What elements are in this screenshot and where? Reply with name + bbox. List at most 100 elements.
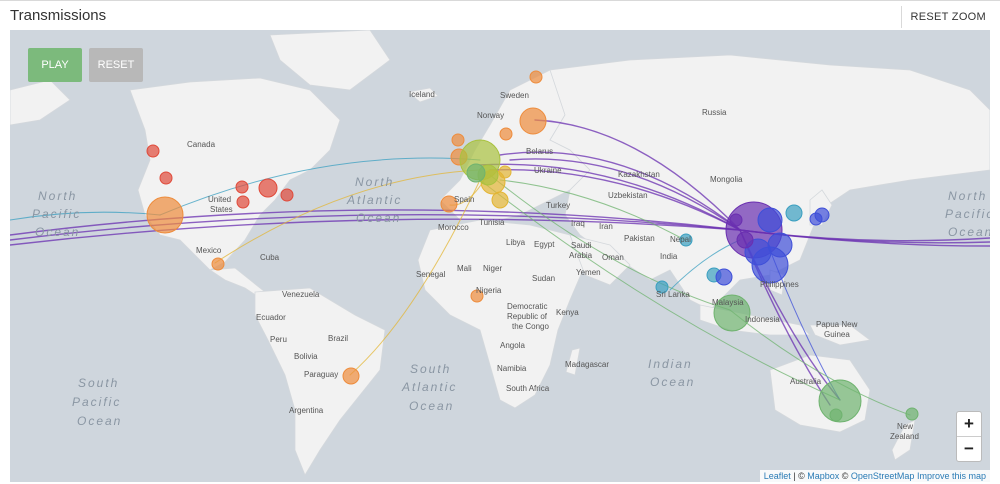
label-morocco: Morocco [438, 223, 469, 232]
label-nigeria: Nigeria [476, 286, 502, 295]
location-bubble[interactable] [736, 231, 754, 249]
label-states: States [210, 205, 233, 214]
label-argentina: Argentina [289, 406, 324, 415]
label-sri-lanka: Sri Lanka [656, 290, 690, 299]
label-egypt: Egypt [534, 240, 555, 249]
label-zealand: Zealand [890, 432, 919, 441]
label-mexico: Mexico [196, 246, 222, 255]
label-iran: Iran [599, 222, 613, 231]
label-the-congo: the Congo [512, 322, 549, 331]
label-kazakhstan: Kazakhstan [618, 170, 660, 179]
location-bubble[interactable] [829, 408, 843, 422]
location-bubble[interactable] [785, 204, 803, 222]
location-bubble[interactable] [159, 171, 173, 185]
label-mongolia: Mongolia [710, 175, 743, 184]
attribution-sep-2: © [839, 471, 851, 481]
transmission-map[interactable]: Canada United States Mexico Cuba Venezue… [10, 30, 990, 482]
label-madagascar: Madagascar [565, 360, 609, 369]
label-libya: Libya [506, 238, 526, 247]
label-sweden: Sweden [500, 91, 529, 100]
label-ecuador: Ecuador [256, 313, 286, 322]
location-bubble[interactable] [499, 127, 513, 141]
label-australia: Australia [790, 377, 822, 386]
label-indian-2: Ocean [650, 375, 695, 389]
play-button[interactable]: PLAY [28, 48, 82, 82]
label-north-pacific-1: North [38, 189, 77, 203]
location-bubble[interactable] [905, 407, 919, 421]
map-attribution: Leaflet | © Mapbox © OpenStreetMap Impro… [759, 470, 990, 482]
label-niger: Niger [483, 264, 502, 273]
label-south-pacific-2: Pacific [72, 395, 121, 409]
label-north-atlantic-1: North [355, 175, 394, 189]
label-south-atlantic-2: Atlantic [401, 380, 457, 394]
landmass-west-edge [10, 79, 71, 126]
label-senegal: Senegal [416, 270, 446, 279]
label-namibia: Namibia [497, 364, 527, 373]
label-turkey: Turkey [546, 201, 570, 210]
label-arabia: Arabia [569, 251, 593, 260]
label-oman: Oman [602, 253, 624, 262]
label-mali: Mali [457, 264, 472, 273]
location-bubble[interactable] [146, 196, 184, 234]
label-south-atlantic-1: South [410, 362, 451, 376]
label-kenya: Kenya [556, 308, 579, 317]
label-ukraine: Ukraine [534, 166, 562, 175]
label-cuba: Cuba [260, 253, 280, 262]
location-bubble[interactable] [466, 163, 486, 183]
label-norway: Norway [477, 111, 504, 120]
leaflet-link[interactable]: Leaflet [764, 471, 791, 481]
attribution-sep-1: | © [790, 471, 808, 481]
label-peru: Peru [270, 335, 287, 344]
label-south-africa: South Africa [506, 384, 550, 393]
location-bubble[interactable] [211, 257, 225, 271]
location-bubble[interactable] [235, 180, 249, 194]
mapbox-link[interactable]: Mapbox [807, 471, 839, 481]
panel-title: Transmissions [10, 7, 107, 24]
location-bubble[interactable] [236, 195, 250, 209]
label-saudi: Saudi [571, 241, 592, 250]
label-north-pacific-e3: Ocean [948, 225, 990, 239]
location-bubble[interactable] [529, 70, 543, 84]
label-republic-of: Republic of [507, 312, 548, 321]
label-indonesia: Indonesia [745, 315, 780, 324]
label-uzbekistan: Uzbekistan [608, 191, 648, 200]
location-bubble[interactable] [280, 188, 294, 202]
label-angola: Angola [500, 341, 525, 350]
label-bolivia: Bolivia [294, 352, 318, 361]
location-bubble[interactable] [258, 178, 278, 198]
landmass-greenland [269, 30, 391, 91]
location-bubble[interactable] [451, 133, 465, 147]
zoom-out-button[interactable]: − [957, 437, 981, 461]
location-bubble[interactable] [491, 191, 509, 209]
label-sudan: Sudan [532, 274, 555, 283]
zoom-in-button[interactable]: + [957, 412, 981, 437]
label-yemen: Yemen [576, 268, 601, 277]
location-bubble[interactable] [498, 165, 512, 179]
label-belarus: Belarus [526, 147, 553, 156]
label-tunisia: Tunisia [479, 218, 505, 227]
label-venezuela: Venezuela [282, 290, 320, 299]
label-pakistan: Pakistan [624, 234, 655, 243]
label-new: New [897, 422, 913, 431]
label-north-pacific-e2: Pacific [945, 207, 990, 221]
location-bubble[interactable] [809, 212, 823, 226]
reset-zoom-button[interactable]: RESET ZOOM [901, 6, 990, 28]
label-north-pacific-e1: North [948, 189, 987, 203]
label-paraguay: Paraguay [304, 370, 338, 379]
location-bubble[interactable] [342, 367, 360, 385]
label-canada: Canada [187, 140, 216, 149]
location-bubble[interactable] [757, 207, 783, 233]
reset-button[interactable]: RESET [89, 48, 143, 82]
improve-map-link[interactable]: Improve this map [917, 471, 986, 481]
label-philippines: Philippines [760, 280, 799, 289]
label-south-atlantic-3: Ocean [409, 399, 454, 413]
label-india: India [660, 252, 678, 261]
location-bubble[interactable] [715, 268, 733, 286]
osm-link[interactable]: OpenStreetMap [851, 471, 915, 481]
label-guinea: Guinea [824, 330, 850, 339]
location-bubble[interactable] [146, 144, 160, 158]
location-bubble[interactable] [729, 213, 743, 227]
label-russia: Russia [702, 108, 727, 117]
panel-header: Transmissions RESET ZOOM [0, 0, 1000, 31]
location-bubble[interactable] [519, 107, 547, 135]
